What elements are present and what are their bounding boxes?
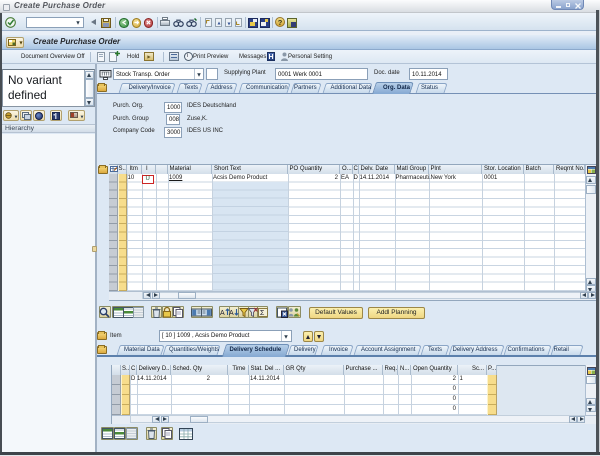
svg-text:Σ: Σ	[260, 310, 265, 317]
svg-text:A: A	[220, 310, 225, 317]
svg-text:A: A	[229, 310, 234, 317]
